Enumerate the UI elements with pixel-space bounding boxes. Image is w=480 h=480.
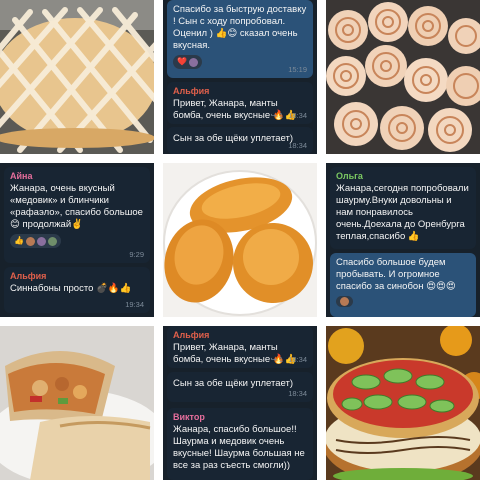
message-text: Жанара, очень вкусный «медовик» и блинчи… — [10, 183, 143, 230]
avatar — [47, 236, 57, 246]
photo-salad-cake — [326, 326, 480, 480]
message-text: Привет, Жанара, манты бомба, очень вкусн… — [173, 98, 297, 121]
message-time: 18:34 — [288, 355, 307, 364]
message-bubble: Сын за обе щёки уплетает) 18:34 — [167, 127, 313, 154]
reaction-emoji: 👍 — [14, 236, 24, 245]
views-count: ↪ 1 — [270, 355, 283, 364]
photo-shawarma — [0, 326, 154, 480]
forward-icon: ↪ — [270, 111, 277, 120]
sender-name[interactable]: Альфия — [173, 330, 307, 341]
salad-cake-image — [326, 326, 480, 480]
sender-name[interactable]: Ольга — [336, 171, 470, 182]
message-time: 18:34 — [288, 141, 307, 150]
lattice-pie-image — [0, 0, 154, 154]
forward-icon: ↪ — [270, 355, 277, 364]
message-bubble: Альфия Синнабоны просто 💣🔥👍 19:34 — [4, 267, 150, 313]
sender-name[interactable]: Альфия — [173, 86, 307, 97]
message-bubble: Сын за обе щёки уплетает) 18:34 — [167, 372, 313, 402]
reaction-emoji: ❤️ — [177, 57, 187, 66]
avatar — [25, 236, 35, 246]
message-text: Сын за обе щёки уплетает) — [173, 378, 294, 389]
photo-fried-pies — [163, 163, 317, 317]
photo-lattice-pie — [0, 0, 154, 154]
message-bubble: Ольга Жанара,сегодня попробовали шаурму.… — [330, 167, 476, 249]
message-text: Сын за обе щёки уплетает) — [173, 133, 294, 144]
avatar — [188, 57, 198, 67]
message-time: 18:34 — [288, 389, 307, 398]
message-time: 18:34 — [288, 111, 307, 120]
chat-screenshot-3: Ольга Жанара,сегодня попробовали шаурму.… — [326, 163, 480, 317]
message-bubble: Спасибо за быструю доставку ! Сын с ходу… — [167, 0, 313, 78]
message-time: 15:19 — [288, 65, 307, 74]
photo-cinnamon-rolls — [326, 0, 480, 154]
avatar — [36, 236, 46, 246]
chat-screenshot-1: Спасибо за быструю доставку ! Сын с ходу… — [163, 0, 317, 154]
sender-name[interactable]: Виктор — [173, 412, 307, 423]
sender-name[interactable]: Айна — [10, 171, 144, 182]
avatar — [340, 297, 349, 306]
message-text: Жанара, спасибо большое!! Шаурма и медов… — [173, 424, 305, 471]
message-bubble: Спасибо большое будем пробывать. И огром… — [330, 253, 476, 317]
message-bubble: Альфия Привет, Жанара, манты бомба, очен… — [167, 82, 313, 124]
reaction-badge[interactable]: ❤️ — [173, 55, 202, 69]
sender-name[interactable]: Альфия — [10, 271, 144, 282]
message-time: 9:29 — [129, 250, 144, 259]
message-text: Спасибо большое будем пробывать. И огром… — [336, 257, 456, 292]
reaction-badge[interactable] — [336, 296, 353, 307]
message-text: Спасибо за быструю доставку ! Сын с ходу… — [173, 4, 307, 51]
message-text: Жанара,сегодня попробовали шаурму.Внуки … — [336, 183, 469, 242]
shawarma-image — [0, 326, 154, 480]
message-time: 19:34 — [125, 300, 144, 309]
message-text: Привет, Жанара, манты бомба, очень вкусн… — [173, 342, 297, 365]
fried-pies-image — [163, 163, 317, 317]
cinnamon-rolls-image — [326, 0, 480, 154]
reaction-badge[interactable]: 👍 — [10, 234, 61, 248]
message-bubble: Виктор Жанара, спасибо большое!! Шаурма … — [167, 408, 313, 480]
message-text: Синнабоны просто 💣🔥👍 — [10, 283, 132, 294]
chat-screenshot-4: Альфия Привет, Жанара, манты бомба, очен… — [163, 326, 317, 480]
message-bubble: Альфия Привет, Жанара, манты бомба, очен… — [167, 326, 313, 368]
views-count: ↪ 1 — [270, 111, 283, 120]
chat-screenshot-2: Айна Жанара, очень вкусный «медовик» и б… — [0, 163, 154, 317]
message-bubble: Айна Жанара, очень вкусный «медовик» и б… — [4, 167, 150, 263]
